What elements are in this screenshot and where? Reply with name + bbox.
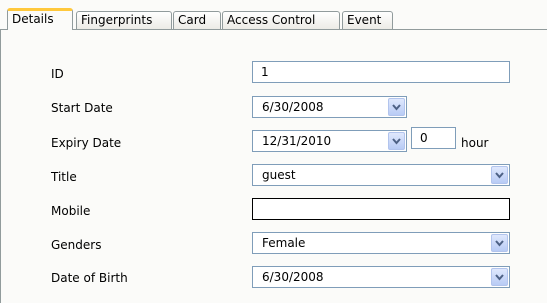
date-of-birth-label: Date of Birth — [51, 271, 128, 285]
panel-border — [0, 30, 1, 303]
expiry-date-value: 12/31/2010 — [262, 134, 332, 148]
id-field[interactable]: 1 — [252, 61, 510, 83]
tab-fingerprints-label: Fingerprints — [81, 13, 153, 27]
chevron-down-icon — [392, 138, 401, 145]
tab-bar: Details Fingerprints Card Access Control… — [0, 0, 547, 30]
expiry-date-dropdown-button[interactable] — [388, 132, 405, 150]
tab-strip-divider — [0, 29, 547, 30]
title-dropdown-button[interactable] — [491, 166, 508, 184]
date-of-birth-value: 6/30/2008 — [262, 270, 324, 284]
start-date-label: Start Date — [51, 101, 113, 115]
expiry-date-picker[interactable]: 12/31/2010 — [252, 130, 407, 152]
date-of-birth-dropdown-button[interactable] — [491, 268, 508, 286]
tab-card-label: Card — [178, 13, 207, 27]
start-date-picker[interactable]: 6/30/2008 — [252, 96, 407, 118]
tab-event-label: Event — [347, 13, 382, 27]
chevron-down-icon — [495, 172, 504, 179]
id-label: ID — [51, 67, 64, 81]
title-label: Title — [51, 170, 77, 184]
tab-access-control[interactable]: Access Control — [222, 11, 340, 29]
title-select[interactable]: guest — [252, 164, 510, 186]
mobile-field[interactable] — [252, 198, 510, 220]
genders-select[interactable]: Female — [252, 232, 510, 254]
genders-dropdown-button[interactable] — [491, 234, 508, 252]
tab-details[interactable]: Details — [7, 8, 73, 30]
expiry-hour-value: 0 — [420, 131, 428, 145]
id-value: 1 — [261, 65, 269, 79]
title-value: guest — [262, 168, 296, 182]
chevron-down-icon — [392, 104, 401, 111]
start-date-dropdown-button[interactable] — [388, 98, 405, 116]
expiry-date-label: Expiry Date — [51, 136, 122, 150]
hour-unit-label: hour — [461, 136, 489, 150]
genders-value: Female — [262, 236, 306, 250]
tab-access-control-label: Access Control — [227, 13, 316, 27]
mobile-label: Mobile — [51, 204, 91, 218]
chevron-down-icon — [495, 274, 504, 281]
chevron-down-icon — [495, 240, 504, 247]
tab-card[interactable]: Card — [173, 11, 221, 29]
expiry-hour-field[interactable]: 0 — [411, 127, 456, 149]
date-of-birth-picker[interactable]: 6/30/2008 — [252, 266, 510, 288]
tab-details-label: Details — [12, 12, 54, 26]
tab-event[interactable]: Event — [342, 11, 393, 29]
tab-fingerprints[interactable]: Fingerprints — [76, 11, 172, 29]
genders-label: Genders — [51, 238, 102, 252]
start-date-value: 6/30/2008 — [262, 100, 324, 114]
